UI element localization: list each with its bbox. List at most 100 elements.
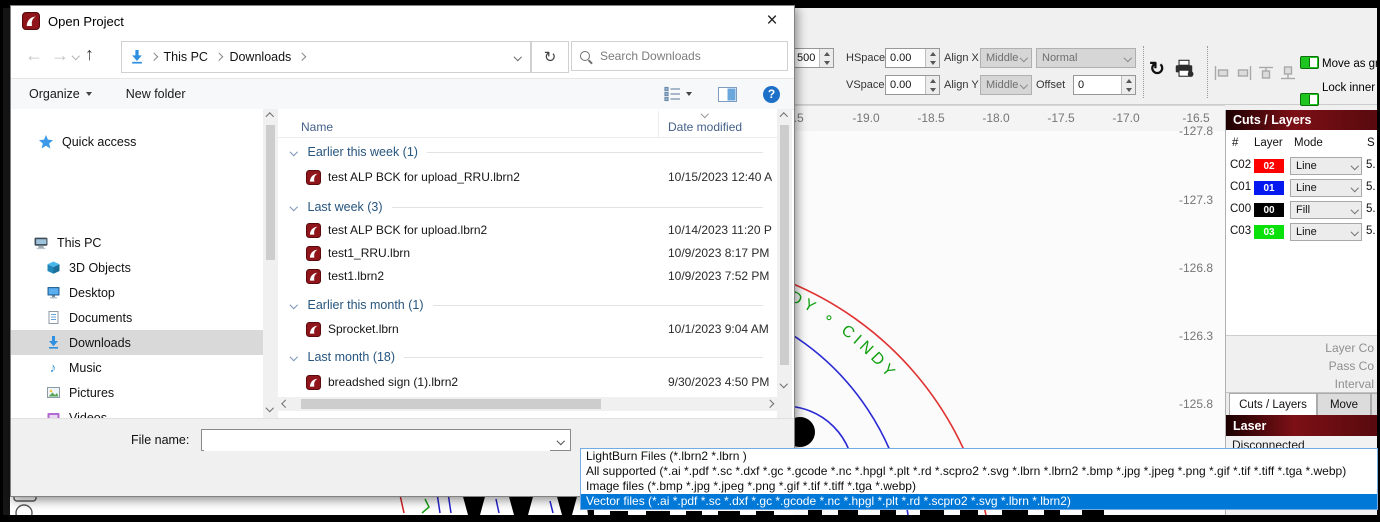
- lbrn-file-icon: [306, 246, 321, 261]
- layer-mode-select[interactable]: Line: [1290, 179, 1362, 197]
- align-x-select[interactable]: Middle: [980, 48, 1032, 68]
- organize-button[interactable]: Organize: [29, 87, 80, 101]
- scroll-right-icon[interactable]: [765, 399, 774, 408]
- file-row[interactable]: breadshed sign (1).lbrn2 9/30/2023 4:50 …: [278, 371, 777, 394]
- scrollbar-thumb[interactable]: [266, 125, 275, 260]
- group-header[interactable]: Last week (3): [278, 195, 771, 219]
- breadcrumb-this-pc[interactable]: This PC: [164, 50, 208, 64]
- column-header-name[interactable]: Name: [301, 120, 333, 134]
- collapse-group-icon[interactable]: [289, 203, 298, 211]
- layer-color-chip[interactable]: 02: [1254, 159, 1284, 173]
- sidebar-item-3d-objects[interactable]: 3D Objects: [11, 255, 263, 280]
- collapse-group-icon[interactable]: [289, 148, 298, 156]
- dropdown-option-all-supported[interactable]: All supported (*.ai *.pdf *.sc *.dxf *.g…: [581, 464, 1377, 479]
- documents-icon: [46, 311, 60, 325]
- mode-select[interactable]: Normal: [1036, 48, 1136, 68]
- collapse-group-icon[interactable]: [289, 301, 298, 309]
- sidebar-item-music[interactable]: ♪ Music: [11, 355, 263, 380]
- tab-move[interactable]: Move: [1317, 393, 1371, 415]
- move-as-group-toggle[interactable]: [1300, 56, 1319, 69]
- file-row[interactable]: Sprocket.lbrn 10/1/2023 9:04 AM: [278, 318, 777, 341]
- offset-spin-buttons[interactable]: [1121, 76, 1135, 94]
- scroll-down-icon[interactable]: [265, 403, 274, 412]
- layer-row[interactable]: C01 01 Line 5.: [1226, 177, 1377, 199]
- align-bottom-icon[interactable]: [1279, 64, 1297, 82]
- close-icon[interactable]: ×: [756, 9, 788, 33]
- scroll-up-icon[interactable]: [265, 112, 274, 121]
- hspace-spin-buttons[interactable]: [925, 49, 939, 67]
- scroll-down-icon[interactable]: [779, 379, 788, 388]
- sidebar-item-documents[interactable]: Documents: [11, 305, 263, 330]
- vspace-spin-buttons[interactable]: [925, 76, 939, 94]
- refresh-button[interactable]: ↻: [531, 41, 569, 73]
- align-top-icon[interactable]: [1257, 64, 1275, 82]
- collapse-group-icon[interactable]: [289, 353, 298, 361]
- dropdown-option-vector-files[interactable]: Vector files (*.ai *.pdf *.sc *.dxf *.gc…: [581, 494, 1377, 509]
- layer-color-chip[interactable]: 01: [1254, 181, 1284, 195]
- offset-input[interactable]: 0: [1073, 75, 1136, 95]
- sidebar-scrollbar[interactable]: [263, 109, 278, 418]
- column-divider[interactable]: [658, 111, 659, 137]
- views-dropdown-icon[interactable]: [686, 92, 692, 96]
- dialog-titlebar[interactable]: Open Project ×: [11, 6, 794, 36]
- views-icon[interactable]: [664, 86, 682, 102]
- layer-color-chip[interactable]: 00: [1254, 203, 1284, 217]
- layer-mode-select[interactable]: Fill: [1290, 201, 1362, 219]
- scroll-left-icon[interactable]: [281, 399, 290, 408]
- search-box[interactable]: [571, 41, 788, 71]
- sidebar-item-pictures[interactable]: Pictures: [11, 380, 263, 405]
- layer-row[interactable]: C00 00 Fill 5.: [1226, 199, 1377, 221]
- file-date: 9/30/2023 4:50 PM: [668, 375, 770, 389]
- file-row[interactable]: test1.lbrn2 10/9/2023 7:52 PM: [278, 265, 777, 288]
- align-left-icon[interactable]: [1213, 64, 1231, 82]
- sidebar-item-videos[interactable]: Videos: [11, 405, 263, 418]
- file-name-input[interactable]: [204, 431, 550, 451]
- tab-console[interactable]: C: [1371, 393, 1377, 415]
- tab-cuts-layers[interactable]: Cuts / Layers: [1229, 393, 1317, 415]
- hspace-input[interactable]: 0.00: [885, 48, 940, 68]
- breadcrumb-downloads[interactable]: Downloads: [229, 50, 291, 64]
- dropdown-option-image-files[interactable]: Image files (*.bmp *.jpg *.jpeg *.png *.…: [581, 479, 1377, 494]
- back-button[interactable]: ←: [25, 46, 43, 64]
- chevron-down-icon[interactable]: [556, 436, 565, 445]
- align-right-icon[interactable]: [1235, 64, 1253, 82]
- address-bar[interactable]: This PC Downloads: [121, 41, 531, 73]
- layer-mode-select[interactable]: Line: [1290, 223, 1362, 241]
- sidebar-item-quick-access[interactable]: Quick access: [11, 129, 263, 154]
- group-header[interactable]: Earlier this month (1): [278, 293, 771, 317]
- align-y-select[interactable]: Middle: [980, 75, 1032, 95]
- ellipse-tool-icon[interactable]: [15, 504, 33, 515]
- layer-row[interactable]: C02 02 Line 5.: [1226, 155, 1377, 177]
- list-vertical-scrollbar[interactable]: [777, 109, 792, 418]
- file-name-combo[interactable]: [201, 429, 571, 451]
- group-header[interactable]: Earlier this week (1): [278, 140, 771, 164]
- group-header[interactable]: Last month (18): [278, 345, 771, 369]
- count-spinner[interactable]: 500: [792, 48, 834, 68]
- sidebar-item-desktop[interactable]: Desktop: [11, 280, 263, 305]
- layer-color-chip[interactable]: 03: [1254, 225, 1284, 239]
- column-header-date[interactable]: Date modified: [668, 120, 742, 134]
- scroll-up-icon[interactable]: [779, 112, 788, 121]
- file-row[interactable]: test ALP BCK for upload_RRU.lbrn2 10/15/…: [278, 166, 777, 189]
- address-dropdown-icon[interactable]: [513, 52, 522, 61]
- new-folder-button[interactable]: New folder: [126, 87, 186, 101]
- scrollbar-thumb[interactable]: [780, 125, 789, 365]
- dropdown-option-lightburn[interactable]: LightBurn Files (*.lbrn2 *.lbrn ): [581, 449, 1377, 464]
- vspace-input[interactable]: 0.00: [885, 75, 940, 95]
- file-row[interactable]: test ALP BCK for upload.lbrn2 10/14/2023…: [278, 219, 777, 242]
- search-input[interactable]: [598, 48, 762, 64]
- up-button[interactable]: ↑: [85, 45, 94, 63]
- layer-mode-select[interactable]: Line: [1290, 157, 1362, 175]
- preview-pane-icon[interactable]: [718, 86, 737, 102]
- forward-button[interactable]: →: [51, 46, 69, 64]
- file-row[interactable]: test1_RRU.lbrn 10/9/2023 8:17 PM: [278, 242, 777, 265]
- sidebar-item-downloads[interactable]: Downloads: [11, 330, 263, 355]
- sidebar-item-this-pc[interactable]: This PC: [11, 230, 263, 255]
- count-spin-buttons[interactable]: [819, 49, 833, 67]
- layer-row[interactable]: C03 03 Line 5.: [1226, 221, 1377, 243]
- scrollbar-thumb[interactable]: [301, 399, 601, 409]
- lock-inner-toggle[interactable]: [1300, 93, 1319, 106]
- list-horizontal-scrollbar[interactable]: [278, 397, 777, 411]
- history-dropdown-icon[interactable]: [71, 51, 80, 60]
- help-icon[interactable]: ?: [763, 85, 780, 103]
